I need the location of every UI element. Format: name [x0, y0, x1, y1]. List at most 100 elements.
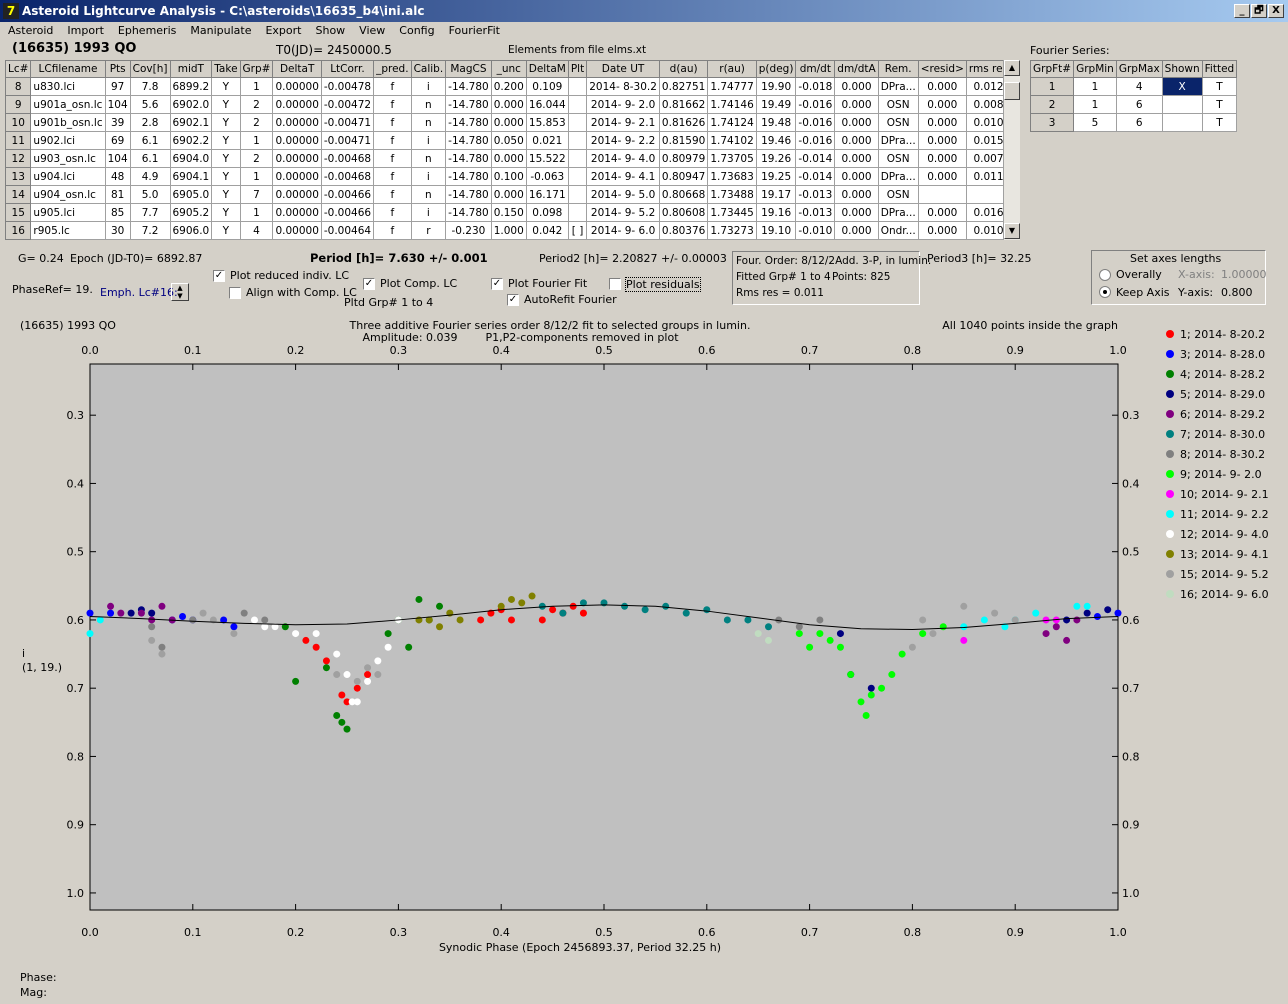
fourier-column-header[interactable]: GrpMax — [1115, 60, 1163, 78]
table-cell[interactable]: 15 — [4, 203, 32, 222]
table-cell[interactable]: Y — [211, 185, 241, 204]
table-cell[interactable]: 1 — [239, 131, 274, 150]
table-cell[interactable]: f — [373, 167, 412, 186]
table-cell[interactable]: Y — [211, 113, 241, 132]
fourier-cell[interactable]: T — [1201, 95, 1238, 114]
fourier-cell[interactable]: 4 — [1115, 77, 1163, 96]
table-cell[interactable]: -0.00472 — [320, 95, 375, 114]
table-cell[interactable]: -0.014 — [795, 149, 836, 168]
table-cell[interactable]: 19.16 — [755, 203, 797, 222]
table-cell[interactable]: u904_osn.lc — [30, 185, 106, 204]
table-cell[interactable]: [ ] — [567, 221, 588, 240]
column-header[interactable]: Pts — [104, 60, 131, 78]
table-cell[interactable]: -14.780 — [445, 95, 492, 114]
table-cell[interactable]: 4 — [239, 221, 274, 240]
table-cell[interactable]: 0.000 — [834, 203, 879, 222]
table-row[interactable]: 12 u903_osn.lc 104 6.1 6904.0 Y 2 0.00000 -0.004… — [4, 149, 1012, 168]
fourier-cell[interactable] — [1161, 95, 1203, 114]
table-row[interactable]: 15 u905.lci 85 7.7 6905.2 Y 1 0.00000 -0.00466 f i… — [4, 203, 1012, 222]
y-axis-value[interactable]: 0.800 — [1221, 286, 1253, 299]
x-axis-value[interactable]: 1.00000 — [1221, 268, 1267, 281]
fourier-series-table[interactable]: GrpFt# GrpMin GrpMax Shown Fitted 1 1 4 X T 2 1 6 T 3 5… — [1029, 60, 1238, 132]
table-cell[interactable]: 2014- 9- 6.0 — [586, 221, 660, 240]
table-cell[interactable]: 15.522 — [525, 149, 569, 168]
table-row[interactable]: 9 u901a_osn.lc 104 5.6 6902.0 Y 2 0.00000 -0.004… — [4, 95, 1012, 114]
table-cell[interactable]: 0.82751 — [658, 77, 709, 96]
table-cell[interactable]: Y — [211, 77, 241, 96]
table-cell[interactable]: i — [410, 167, 447, 186]
table-cell[interactable]: Y — [211, 167, 241, 186]
table-cell[interactable]: -0.00466 — [320, 185, 375, 204]
table-cell[interactable]: 30 — [104, 221, 131, 240]
comp-checkbox[interactable]: ✓ — [363, 278, 375, 290]
table-cell[interactable]: 9 — [4, 95, 32, 114]
table-cell[interactable]: 0.00000 — [272, 77, 322, 96]
table-cell[interactable] — [567, 149, 588, 168]
table-cell[interactable]: u901a_osn.lc — [30, 95, 106, 114]
table-row[interactable]: 13 u904.lci 48 4.9 6904.1 Y 1 0.00000 -0.00468 f i… — [4, 167, 1012, 186]
table-cell[interactable]: -0.00471 — [320, 113, 375, 132]
table-cell[interactable]: 16 — [4, 221, 32, 240]
table-cell[interactable]: u904.lci — [30, 167, 106, 186]
column-header[interactable]: _unc — [490, 60, 527, 78]
table-cell[interactable]: 6904.1 — [169, 167, 213, 186]
table-cell[interactable]: 12 — [4, 149, 32, 168]
table-cell[interactable]: 0.00000 — [272, 95, 322, 114]
table-cell[interactable]: 2014- 9- 5.2 — [586, 203, 660, 222]
table-cell[interactable]: 7.8 — [129, 77, 171, 96]
table-cell[interactable]: 0.100 — [490, 167, 527, 186]
fourier-cell[interactable]: T — [1201, 77, 1238, 96]
scroll-down-icon[interactable]: ▼ — [1004, 223, 1020, 239]
table-cell[interactable]: -14.780 — [445, 185, 492, 204]
table-cell[interactable]: f — [373, 221, 412, 240]
table-row[interactable]: 16 r905.lc 30 7.2 6906.0 Y 4 0.00000 -0.00464 f r -… — [4, 221, 1012, 240]
table-cell[interactable]: 2 — [239, 113, 274, 132]
table-cell[interactable]: -0.010 — [795, 221, 836, 240]
fourier-row[interactable]: 356 T — [1029, 113, 1238, 132]
residuals-checkbox[interactable] — [609, 278, 621, 290]
table-cell[interactable]: 39 — [104, 113, 131, 132]
table-cell[interactable]: 0.042 — [525, 221, 569, 240]
table-cell[interactable]: f — [373, 203, 412, 222]
table-cell[interactable] — [567, 95, 588, 114]
table-cell[interactable]: 19.90 — [755, 77, 797, 96]
table-cell[interactable]: 19.49 — [755, 95, 797, 114]
table-cell[interactable]: -14.780 — [445, 77, 492, 96]
column-header[interactable]: d(au) — [658, 60, 709, 78]
table-cell[interactable]: 8 — [4, 77, 32, 96]
table-cell[interactable]: 69 — [104, 131, 131, 150]
table-cell[interactable] — [567, 113, 588, 132]
table-cell[interactable]: 19.48 — [755, 113, 797, 132]
table-cell[interactable]: 2014- 8-30.2 — [586, 77, 660, 96]
table-cell[interactable]: Y — [211, 221, 241, 240]
table-cell[interactable]: Y — [211, 131, 241, 150]
table-cell[interactable]: 0.000 — [834, 185, 879, 204]
table-cell[interactable]: 1.73273 — [707, 221, 757, 240]
table-cell[interactable]: 1 — [239, 203, 274, 222]
table-cell[interactable]: 2 — [239, 95, 274, 114]
table-cell[interactable]: 13 — [4, 167, 32, 186]
table-cell[interactable]: 1.74777 — [707, 77, 757, 96]
menu-config[interactable]: Config — [391, 22, 440, 40]
table-cell[interactable]: 6899.2 — [169, 77, 213, 96]
reduced-checkbox[interactable]: ✓ — [213, 270, 225, 282]
table-cell[interactable]: 0.81662 — [658, 95, 709, 114]
fourier-cell[interactable]: 3 — [1029, 113, 1075, 132]
table-cell[interactable]: 0.81590 — [658, 131, 709, 150]
table-cell[interactable]: u830.lci — [30, 77, 106, 96]
table-cell[interactable]: n — [410, 113, 447, 132]
table-cell[interactable]: 6.1 — [129, 131, 171, 150]
fourier-cell[interactable]: 5 — [1073, 113, 1117, 132]
table-cell[interactable]: 6905.2 — [169, 203, 213, 222]
table-cell[interactable]: 85 — [104, 203, 131, 222]
table-cell[interactable]: i — [410, 77, 447, 96]
table-cell[interactable]: 0.80979 — [658, 149, 709, 168]
table-cell[interactable]: 2014- 9- 2.1 — [586, 113, 660, 132]
table-cell[interactable]: 0.021 — [525, 131, 569, 150]
table-cell[interactable]: 0.000 — [917, 131, 967, 150]
table-cell[interactable]: r905.lc — [30, 221, 106, 240]
table-cell[interactable]: 0.000 — [490, 113, 527, 132]
menu-asteroid[interactable]: Asteroid — [0, 22, 59, 40]
menu-export[interactable]: Export — [257, 22, 307, 40]
table-cell[interactable]: 1.74124 — [707, 113, 757, 132]
